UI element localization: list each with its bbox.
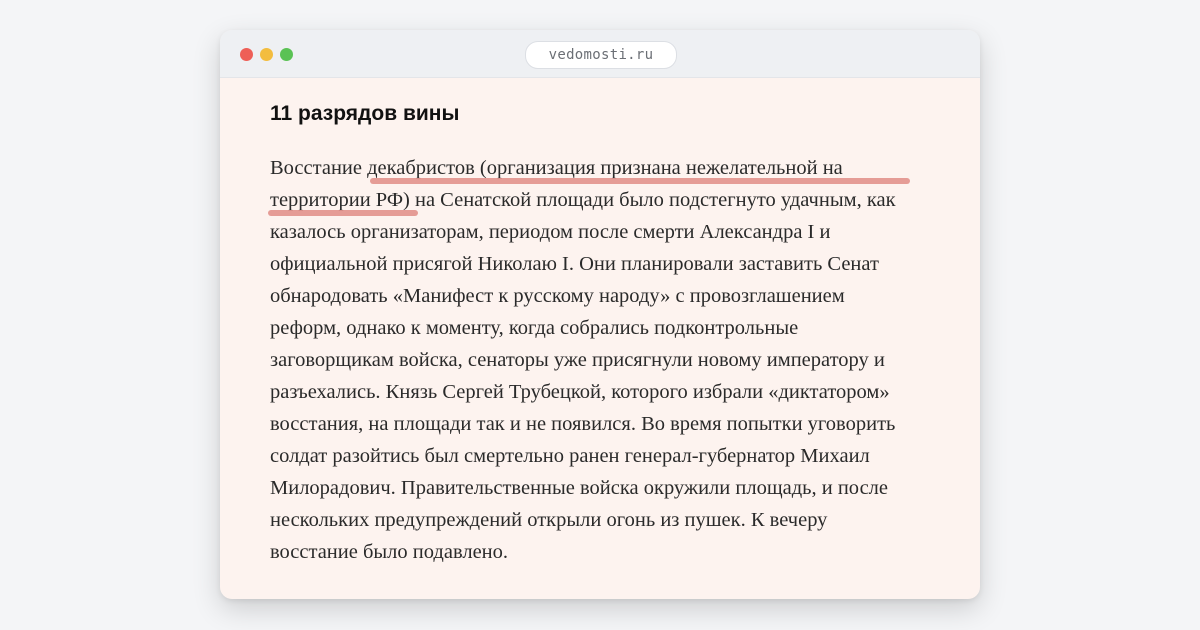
article-line: территории РФ) на Сенатской площади было… [268,184,970,216]
article-body: Восстание декабристов (организация призн… [268,152,970,568]
maximize-window-icon[interactable] [280,48,293,61]
article-line: нескольких предупреждений открыли огонь … [270,509,828,531]
article-line: восстание было подавлено. [270,541,509,563]
article-line: Восстание декабристов (организация призн… [270,152,970,184]
article-line: разъехались. Князь Сергей Трубецкой, кот… [270,381,890,403]
article-line: Милорадович. Правительственные войска ок… [270,477,888,499]
article-line: обнародовать «Манифест к русскому народу… [270,285,845,307]
minimize-window-icon[interactable] [260,48,273,61]
article-line: солдат разойтись был смертельно ранен ге… [270,445,870,467]
browser-titlebar: vedomosti.ru [220,30,980,78]
browser-window: vedomosti.ru 11 разрядов вины Восстание … [220,30,980,599]
article-line: реформ, однако к моменту, когда собралис… [270,317,799,339]
article-line: восстания, на площади так и не появился.… [270,413,896,435]
article: 11 разрядов вины Восстание декабристов (… [268,100,970,563]
close-window-icon[interactable] [240,48,253,61]
article-line: казалось организаторам, периодом после с… [270,221,831,243]
address-bar[interactable]: vedomosti.ru [525,41,677,69]
article-line: заговорщикам войска, сенаторы уже присяг… [270,349,885,371]
article-line: официальной присягой Николаю I. Они план… [270,253,879,275]
article-heading: 11 разрядов вины [270,102,460,125]
